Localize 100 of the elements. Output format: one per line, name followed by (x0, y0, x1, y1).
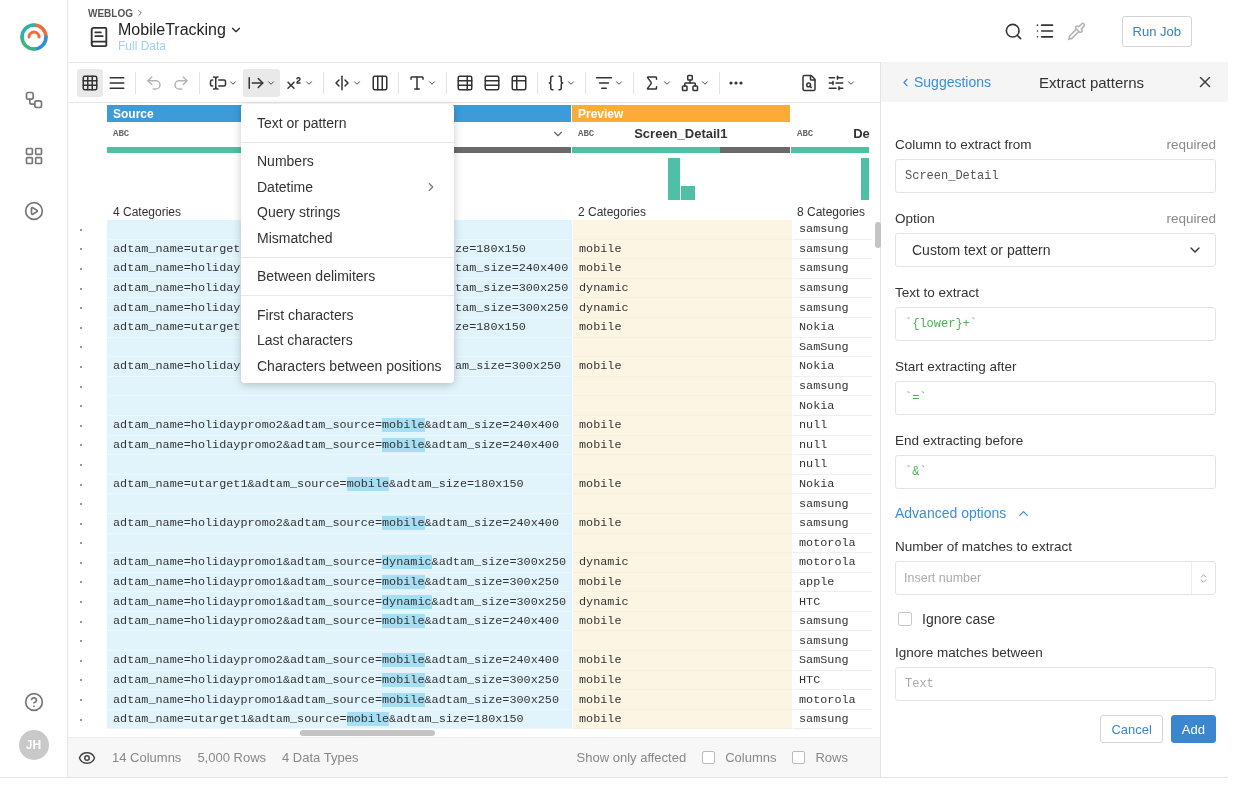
spinner-icon (1198, 572, 1209, 584)
cell-text: tam_size=300x250 (455, 300, 569, 315)
cell-text: adtam_name=holiday (113, 281, 241, 296)
checkbox-label: Rows (815, 750, 848, 766)
table-cell: mobile (573, 611, 792, 632)
table-cell: mobile (573, 690, 792, 710)
column-name[interactable]: Screen_Detail1 (634, 126, 728, 141)
table-cell: adtam_name=holidaypromo2&adtam_source=mobile&adtam_size=240x400 (107, 611, 572, 632)
breadcrumb-link[interactable]: WEBLOG (88, 7, 133, 19)
table-cell: dynamic (573, 592, 792, 612)
option-select[interactable]: Custom text or pattern (895, 233, 1216, 267)
table-cell: adtam_name=holidaypromo1&adtam_source=dynamic&adtam_size=300x250 (107, 553, 572, 573)
scrollbar-thumb[interactable] (875, 222, 881, 248)
flow-icon[interactable] (23, 90, 44, 110)
checkbox[interactable] (898, 612, 912, 626)
cancel-button[interactable]: Cancel (1100, 715, 1163, 743)
cell-text: adtam_name=utarget (113, 320, 241, 335)
table-cell: adtam_name=holidaypromo2&adtam_source=mobile&adtam_size=240x400 (107, 415, 572, 436)
grid-icon[interactable] (23, 146, 44, 166)
menu-item[interactable]: Last characters (241, 327, 454, 353)
table-cell: mobile (573, 415, 792, 436)
field-label: End extracting before (895, 432, 1024, 448)
status-stat: 14 Columns (112, 750, 182, 766)
category-count: 8 Categories (797, 204, 866, 219)
status-stat: 5,000 Rows (197, 750, 267, 766)
table-cell: mobile (573, 317, 792, 338)
search-icon[interactable] (1003, 21, 1023, 41)
table-cell: adtam_name=utarget1&adtam_source=mobile&adtam_size=180x150 (107, 474, 572, 495)
table-cell: adtam_name=holidaypromo1&adtam_source=mobile&adtam_size=300x250 (107, 572, 572, 593)
menu-item[interactable]: Between delimiters (241, 263, 454, 289)
book-icon (88, 25, 110, 48)
add-button[interactable]: Add (1170, 715, 1216, 743)
play-icon[interactable] (23, 201, 44, 221)
column-name[interactable]: De (853, 126, 870, 141)
type-label: ABC (578, 128, 595, 139)
field-label: Number of matches to extract (895, 538, 1073, 554)
table-cell: mobile (573, 474, 792, 495)
menu-item[interactable]: Characters between positions (241, 353, 454, 379)
cell-text: adtam_name=holiday (113, 300, 241, 315)
table-cell: adtam_name=holidaypromo2&adtam_source=mobile&adtam_size=240x400 (107, 435, 572, 456)
table-cell: dynamic (573, 298, 792, 318)
run-job-button[interactable]: Run Job (1121, 15, 1192, 47)
field-label: Start extracting after (895, 358, 1017, 374)
advanced-options-link[interactable]: Advanced options (895, 505, 1216, 521)
table-cell: adtam_name=holidaypromo1&adtam_source=dynamic&adtam_size=300x250 (107, 592, 572, 612)
table-cell: mobile (573, 357, 792, 377)
toolbar-button[interactable] (243, 68, 280, 97)
table-cell: adtam_name=utarget1&adtam_source=mobile&adtam_size=180x150 (107, 709, 572, 730)
required-label: required (1166, 136, 1216, 152)
table-cell: mobile (573, 239, 792, 260)
cell-text: am_size=300x250 (455, 359, 562, 374)
cell-text: adtam_name=holiday (113, 261, 241, 276)
panel-title: Extract patterns (1039, 73, 1145, 91)
cell-text: tam_size=240x400 (455, 261, 569, 276)
menu-item[interactable]: First characters (241, 302, 454, 328)
table-cell: mobile (573, 572, 792, 593)
list-icon[interactable] (1034, 21, 1055, 41)
category-count: 2 Categories (578, 204, 647, 219)
toolbar-button[interactable] (77, 68, 103, 97)
table-cell: mobile (573, 651, 792, 671)
menu-item[interactable]: Mismatched (241, 225, 454, 251)
cell-text: adtam_name=utarget (113, 241, 241, 256)
required-label: required (1166, 210, 1216, 226)
table-cell: adtam_name=holidaypromo1&adtam_source=mobile&adtam_size=300x250 (107, 690, 572, 710)
cell-text: ze=180x150 (455, 241, 526, 256)
scrollbar-thumb[interactable] (300, 730, 435, 737)
dataset-title[interactable]: MobileTracking (118, 20, 226, 39)
type-label: ABC (113, 128, 130, 139)
checkbox[interactable] (792, 751, 806, 765)
field-label: Ignore matches between (895, 644, 1043, 660)
cell-text: adtam_name=holiday (113, 359, 241, 374)
number-field[interactable]: Insert number (895, 561, 1216, 595)
table-cell: adtam_name=holidaypromo2&adtam_source=mobile&adtam_size=240x400 (107, 513, 572, 534)
menu-item[interactable]: Datetime (241, 174, 454, 200)
table-cell: dynamic (573, 278, 792, 299)
table-cell: adtam_name=holidaypromo2&adtam_source=mobile&adtam_size=240x400 (107, 651, 572, 671)
checkbox-label: Ignore case (922, 611, 996, 627)
table-cell: mobile (573, 709, 792, 730)
type-label: ABC (797, 128, 814, 139)
menu-item[interactable]: Query strings (241, 199, 454, 225)
field-label: Option (895, 210, 935, 226)
input-field[interactable]: Text (895, 667, 1216, 701)
chevron-right-icon (135, 8, 145, 18)
checkbox[interactable] (702, 751, 716, 765)
table-cell: mobile (573, 259, 792, 279)
field-label: Text to extract (895, 284, 980, 300)
histogram-drawing (668, 158, 695, 200)
cell-text: ze=180x150 (455, 320, 526, 335)
status-stat: 4 Data Types (282, 750, 359, 766)
table-cell: dynamic (573, 553, 792, 573)
menu-item[interactable]: Numbers (241, 148, 454, 174)
dataset-subtitle: Full Data (118, 38, 168, 53)
checkbox-label: Columns (725, 750, 777, 766)
field-label: Column to extract from (895, 136, 1032, 152)
cell-text: tam_size=300x250 (455, 281, 569, 296)
table-cell: mobile (573, 435, 792, 456)
table-cell: mobile (573, 670, 792, 691)
category-count: 4 Categories (113, 204, 182, 219)
input-field[interactable]: Screen_Detail (895, 159, 1216, 193)
help-icon[interactable] (23, 692, 44, 713)
